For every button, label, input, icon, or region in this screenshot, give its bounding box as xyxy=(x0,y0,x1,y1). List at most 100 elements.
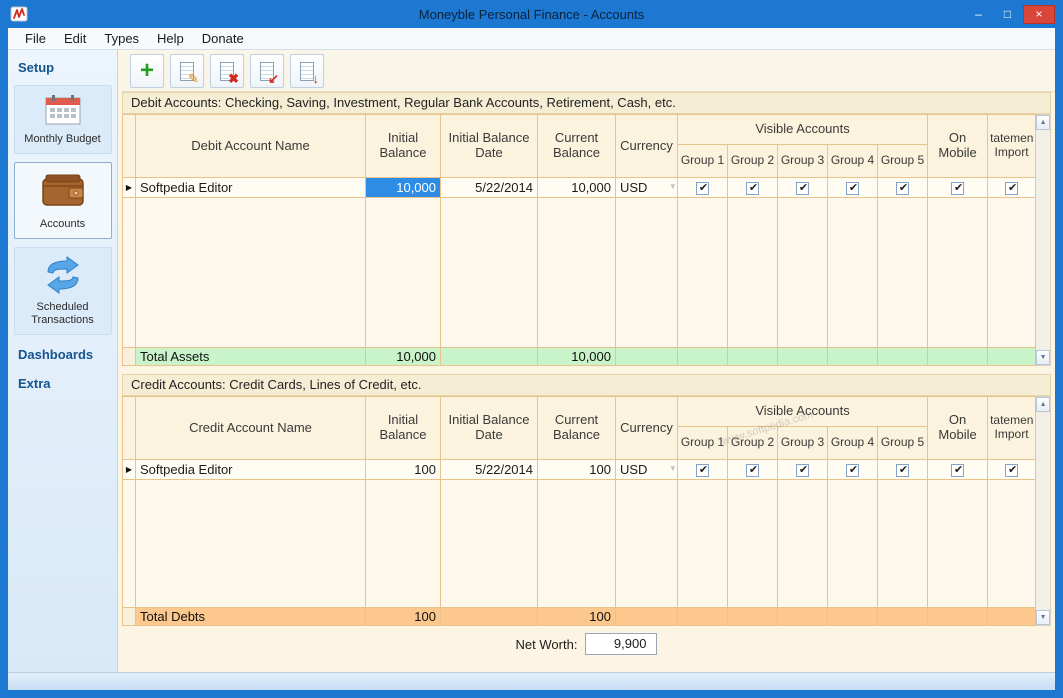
cell-initial-balance-date[interactable]: 5/22/2014 xyxy=(440,177,538,198)
col-header-on-mobile[interactable]: On Mobile xyxy=(927,114,989,178)
col-header-initial-balance-date[interactable]: Initial Balance Date xyxy=(440,396,538,460)
col-header-group-2[interactable]: Group 2 xyxy=(727,426,778,460)
col-header-initial-balance[interactable]: Initial Balance xyxy=(365,396,441,460)
menu-types[interactable]: Types xyxy=(95,29,148,48)
sidebar-item-scheduled-transactions[interactable]: Scheduled Transactions xyxy=(13,246,112,335)
col-header-debit-account-name[interactable]: Debit Account Name xyxy=(135,114,366,178)
cell-initial-balance[interactable]: 100 xyxy=(365,459,441,480)
total-debts-label: Total Debts xyxy=(135,607,366,626)
cell-initial-balance[interactable]: 10,000 xyxy=(365,177,441,198)
credit-section-title: Credit Accounts: Credit Cards, Lines of … xyxy=(122,374,1051,396)
scroll-down-button[interactable]: ▼ xyxy=(1036,610,1050,625)
checkbox-statement-import[interactable]: ✔ xyxy=(987,459,1037,480)
debit-table-scrollbar[interactable]: ▲ ▼ xyxy=(1036,114,1051,366)
export-button[interactable]: ↓ xyxy=(290,53,324,88)
scroll-up-button[interactable]: ▲ xyxy=(1036,115,1050,130)
import-arrow-icon: ↙ xyxy=(268,70,279,86)
col-header-current-balance[interactable]: Current Balance xyxy=(537,114,616,178)
add-icon: + xyxy=(139,56,154,84)
empty-grid-area xyxy=(122,197,1037,348)
wallet-icon xyxy=(17,171,109,214)
col-header-group-2[interactable]: Group 2 xyxy=(727,144,778,178)
col-header-group-4[interactable]: Group 4 xyxy=(827,144,878,178)
col-header-group-4[interactable]: Group 4 xyxy=(827,426,878,460)
minimize-button[interactable]: – xyxy=(965,5,992,24)
edit-account-button[interactable]: ✎ xyxy=(170,53,204,88)
net-worth-value[interactable]: 9,900 xyxy=(585,633,658,655)
col-header-visible-accounts: Visible Accounts xyxy=(676,396,929,427)
debit-account-row: ▶ Softpedia Editor 10,000 5/22/2014 10,0… xyxy=(122,177,1037,198)
cell-currency-dropdown[interactable]: USD ▾ xyxy=(615,459,678,480)
scroll-down-button[interactable]: ▼ xyxy=(1036,350,1050,365)
menu-file[interactable]: File xyxy=(16,29,55,48)
app-window: Moneyble Personal Finance - Accounts – □… xyxy=(0,0,1063,698)
col-header-current-balance[interactable]: Current Balance xyxy=(537,396,616,460)
checkbox-group-5[interactable]: ✔ xyxy=(876,459,929,480)
col-header-statement-import[interactable]: tatemen Import xyxy=(987,114,1037,178)
main-panel: + ✎ ✖ ↙ ↓ Debit Accounts: Checking, Savi… xyxy=(118,50,1055,672)
menu-help[interactable]: Help xyxy=(148,29,193,48)
empty-grid-area xyxy=(122,479,1037,608)
col-header-group-1[interactable]: Group 1 xyxy=(677,426,728,460)
checkbox-group-2[interactable]: ✔ xyxy=(727,459,778,480)
caption-buttons: – □ × xyxy=(965,4,1055,24)
checkbox-group-3[interactable]: ✔ xyxy=(777,459,828,480)
cell-account-name[interactable]: Softpedia Editor xyxy=(135,459,366,480)
col-header-statement-import[interactable]: tatemen Import xyxy=(987,396,1037,460)
sidebar-item-accounts[interactable]: Accounts xyxy=(13,161,112,239)
col-header-currency[interactable]: Currency xyxy=(615,114,678,178)
total-assets-row: Total Assets 10,000 10,000 xyxy=(122,347,1037,366)
col-header-group-1[interactable]: Group 1 xyxy=(677,144,728,178)
cell-current-balance[interactable]: 10,000 xyxy=(537,177,616,198)
cell-account-name[interactable]: Softpedia Editor xyxy=(135,177,366,198)
col-header-credit-account-name[interactable]: Credit Account Name xyxy=(135,396,366,460)
checkbox-group-1[interactable]: ✔ xyxy=(677,177,728,198)
checkbox-group-4[interactable]: ✔ xyxy=(827,459,878,480)
accounts-content: Debit Accounts: Checking, Saving, Invest… xyxy=(122,92,1051,662)
total-debts-current: 100 xyxy=(537,607,616,626)
checkbox-group-3[interactable]: ✔ xyxy=(777,177,828,198)
window-body: Setup Monthly Budget Accounts Scheduled … xyxy=(8,50,1055,672)
scroll-up-button[interactable]: ▲ xyxy=(1036,397,1050,412)
row-selector-header xyxy=(122,114,136,178)
checkbox-group-4[interactable]: ✔ xyxy=(827,177,878,198)
close-button[interactable]: × xyxy=(1023,4,1055,24)
col-header-group-5[interactable]: Group 5 xyxy=(876,144,929,178)
checkbox-on-mobile[interactable]: ✔ xyxy=(927,177,989,198)
cell-current-balance[interactable]: 100 xyxy=(537,459,616,480)
sidebar-section-dashboards[interactable]: Dashboards xyxy=(8,337,117,366)
credit-accounts-table: Credit Account Name Initial Balance Init… xyxy=(122,396,1037,626)
col-header-group-3[interactable]: Group 3 xyxy=(777,426,828,460)
col-header-group-5[interactable]: Group 5 xyxy=(876,426,929,460)
menu-donate[interactable]: Donate xyxy=(193,29,253,48)
col-header-initial-balance[interactable]: Initial Balance xyxy=(365,114,441,178)
sidebar-item-label: Monthly Budget xyxy=(24,133,101,145)
import-button[interactable]: ↙ xyxy=(250,53,284,88)
credit-table-scrollbar[interactable]: ▲ ▼ xyxy=(1036,396,1051,626)
cell-initial-balance-date[interactable]: 5/22/2014 xyxy=(440,459,538,480)
debit-accounts-table: Debit Account Name Initial Balance Initi… xyxy=(122,114,1037,366)
export-arrow-icon: ↓ xyxy=(312,70,320,86)
checkbox-group-5[interactable]: ✔ xyxy=(876,177,929,198)
add-account-button[interactable]: + xyxy=(130,53,164,88)
col-header-initial-balance-date[interactable]: Initial Balance Date xyxy=(440,114,538,178)
col-header-currency[interactable]: Currency xyxy=(615,396,678,460)
credit-account-row: ▶ Softpedia Editor 100 5/22/2014 100 USD… xyxy=(122,459,1037,480)
checkbox-on-mobile[interactable]: ✔ xyxy=(927,459,989,480)
col-header-on-mobile[interactable]: On Mobile xyxy=(927,396,989,460)
checkbox-group-2[interactable]: ✔ xyxy=(727,177,778,198)
checkbox-statement-import[interactable]: ✔ xyxy=(987,177,1037,198)
maximize-button[interactable]: □ xyxy=(994,5,1021,24)
sidebar-item-monthly-budget[interactable]: Monthly Budget xyxy=(13,85,112,154)
sidebar-section-extra[interactable]: Extra xyxy=(8,366,117,395)
total-assets-label: Total Assets xyxy=(135,347,366,366)
credit-table-block: www.softpedia.com Credit Account Name In… xyxy=(122,396,1051,626)
col-header-group-3[interactable]: Group 3 xyxy=(777,144,828,178)
sidebar-section-setup[interactable]: Setup xyxy=(8,50,117,79)
delete-account-button[interactable]: ✖ xyxy=(210,53,244,88)
menubar: File Edit Types Help Donate xyxy=(8,28,1055,50)
cell-currency-dropdown[interactable]: USD ▾ xyxy=(615,177,678,198)
checkbox-group-1[interactable]: ✔ xyxy=(677,459,728,480)
dropdown-arrow-icon: ▾ xyxy=(670,181,675,191)
menu-edit[interactable]: Edit xyxy=(55,29,95,48)
